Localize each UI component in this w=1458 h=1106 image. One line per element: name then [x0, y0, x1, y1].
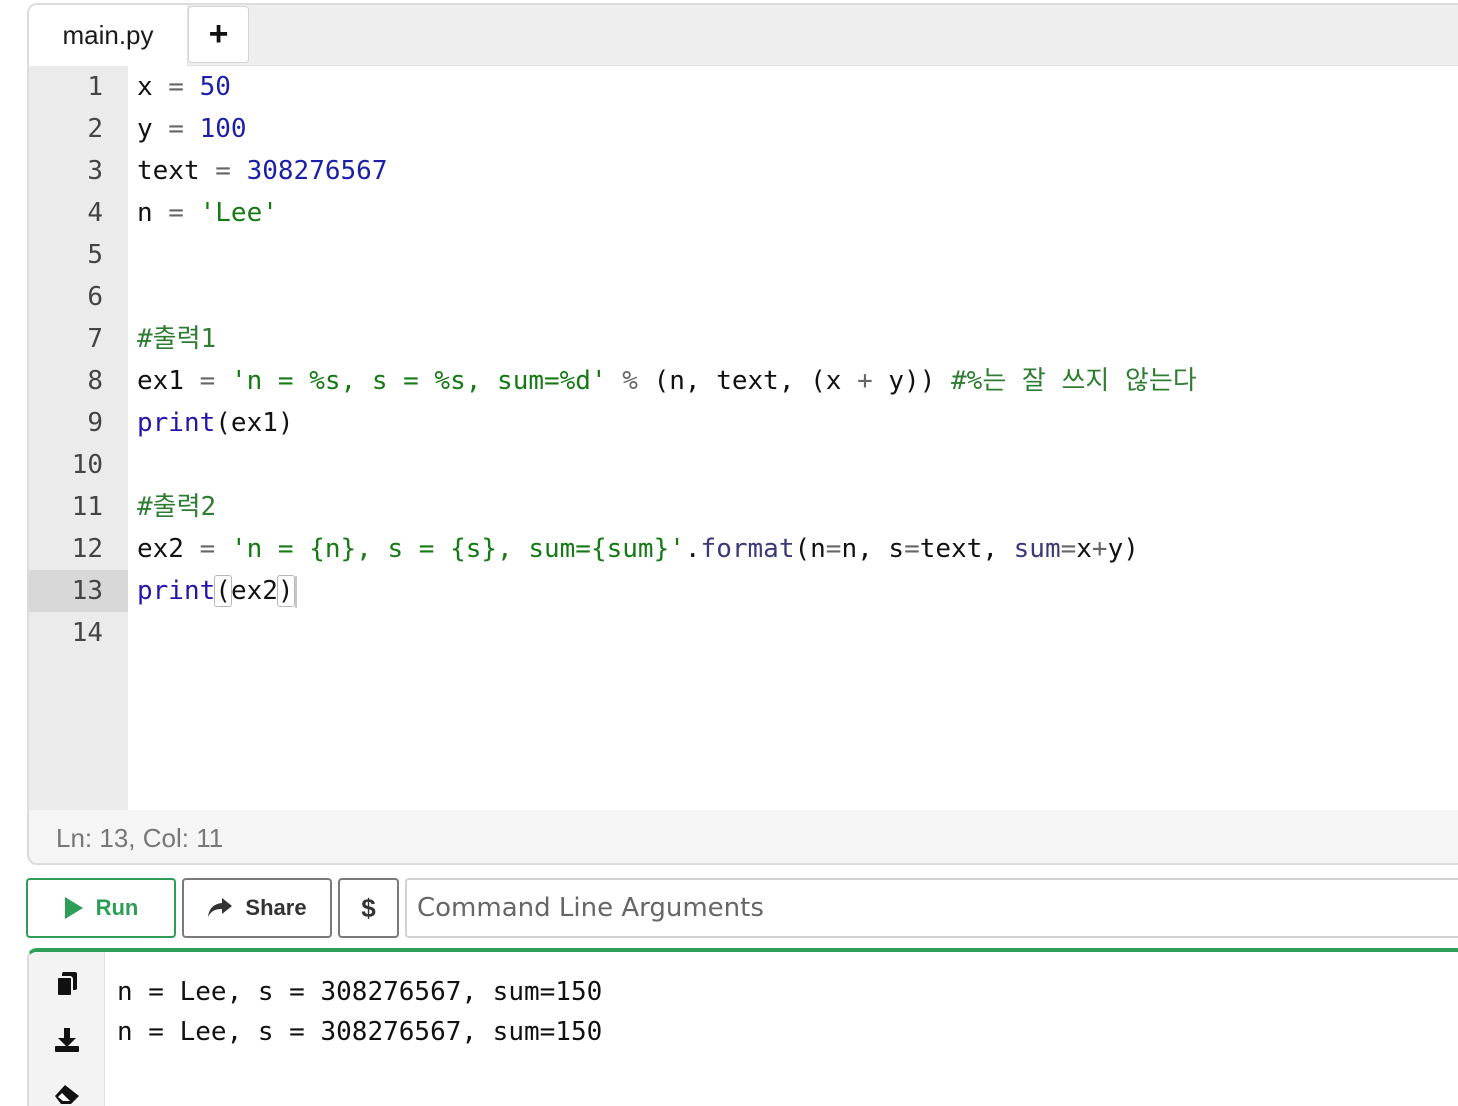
share-button[interactable]: Share	[182, 878, 332, 938]
line-number: 11	[71, 492, 103, 522]
code-line-11: 11 #출력2	[29, 486, 1458, 528]
output-panel: n = Lee, s = 308276567, sum=150 n = Lee, …	[27, 948, 1458, 1106]
code-text[interactable]: print(ex1)	[137, 402, 294, 444]
code-text[interactable]: n = 'Lee'	[137, 192, 278, 234]
code-line-8: 8 ex1 = 'n = %s, s = %s, sum=%d' % (n, t…	[29, 360, 1458, 402]
line-number: 1	[87, 72, 103, 102]
code-text[interactable]: ex1 = 'n = %s, s = %s, sum=%d' % (n, tex…	[137, 360, 1197, 402]
eraser-icon[interactable]	[53, 1080, 81, 1106]
code-comment[interactable]: #출력1	[137, 318, 216, 360]
code-line-4: 4 n = 'Lee'	[29, 192, 1458, 234]
line-number: 5	[87, 240, 103, 270]
line-number: 2	[87, 114, 103, 144]
share-label: Share	[245, 895, 307, 920]
code-line-7: 7 #출력1	[29, 318, 1458, 360]
line-number: 8	[87, 366, 103, 396]
stdin-toggle-button[interactable]: $	[338, 878, 399, 938]
line-number: 9	[87, 408, 103, 438]
command-line-arguments-input[interactable]	[405, 878, 1458, 938]
code-line-12: 12 ex2 = 'n = {n}, s = {s}, sum={sum}'.f…	[29, 528, 1458, 570]
code-line-13-active: 13 print(ex2)	[29, 570, 1458, 612]
code-line-5: 5	[29, 234, 1458, 276]
text-cursor	[294, 575, 297, 608]
line-number: 14	[71, 618, 103, 648]
code-line-6: 6	[29, 276, 1458, 318]
program-output: n = Lee, s = 308276567, sum=150 n = Lee, …	[117, 972, 602, 1052]
code-text[interactable]: text = 308276567	[137, 150, 387, 192]
copy-icon[interactable]	[53, 970, 81, 998]
code-line-1: 1 x = 50	[29, 66, 1458, 108]
line-number: 4	[87, 198, 103, 228]
tab-main-py[interactable]: main.py	[29, 5, 188, 66]
code-line-2: 2 y = 100	[29, 108, 1458, 150]
tab-bar: main.py +	[29, 5, 1458, 66]
line-number: 6	[87, 282, 103, 312]
output-line: n = Lee, s = 308276567, sum=150	[117, 1017, 603, 1047]
editor-panel: main.py + 1 x = 50 2 y = 100 3 text = 30…	[27, 3, 1458, 865]
add-tab-button[interactable]: +	[188, 6, 249, 63]
dollar-label: $	[361, 892, 376, 923]
online-python-ide: main.py + 1 x = 50 2 y = 100 3 text = 30…	[0, 0, 1458, 1106]
line-number: 13	[71, 576, 103, 606]
code-text[interactable]: print(ex2)	[137, 570, 297, 612]
share-arrow-icon	[207, 897, 233, 919]
code-line-3: 3 text = 308276567	[29, 150, 1458, 192]
line-number: 3	[87, 156, 103, 186]
output-line: n = Lee, s = 308276567, sum=150	[117, 977, 603, 1007]
cursor-position-status: Ln: 13, Col: 11	[56, 823, 224, 853]
run-label: Run	[95, 895, 139, 920]
code-line-9: 9 print(ex1)	[29, 402, 1458, 444]
code-comment[interactable]: #출력2	[137, 486, 216, 528]
line-number: 7	[87, 324, 103, 354]
download-icon[interactable]	[53, 1026, 81, 1054]
code-text[interactable]: ex2 = 'n = {n}, s = {s}, sum={sum}'.form…	[137, 528, 1139, 570]
run-button[interactable]: Run	[26, 878, 176, 938]
code-text[interactable]: y = 100	[137, 108, 247, 150]
output-sidebar	[29, 952, 105, 1106]
line-number: 10	[71, 450, 103, 480]
code-text[interactable]: x = 50	[137, 66, 231, 108]
code-line-10: 10	[29, 444, 1458, 486]
code-line-14: 14	[29, 612, 1458, 654]
line-number: 12	[71, 534, 103, 564]
play-icon	[64, 896, 84, 920]
